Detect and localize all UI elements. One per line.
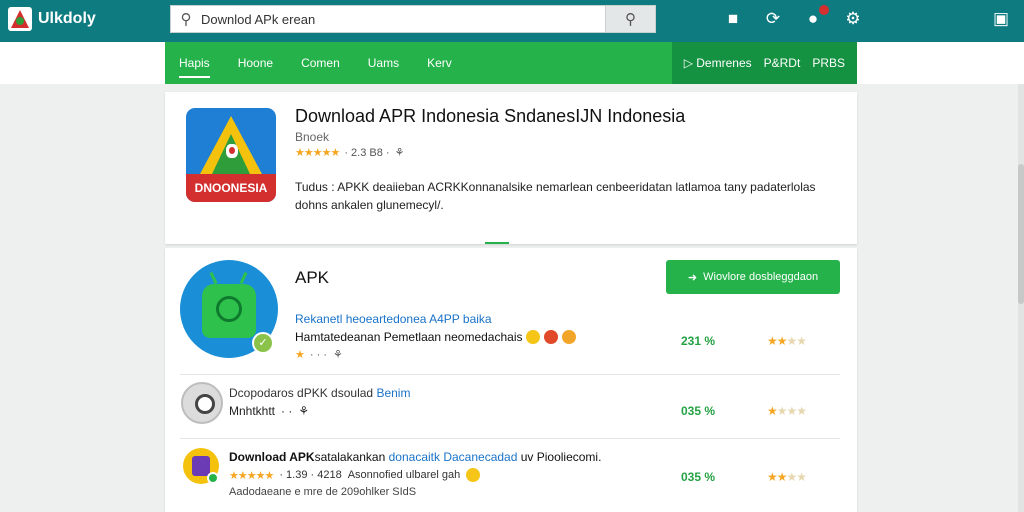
- row3-stars: ★★★★★: [229, 469, 274, 482]
- nav-right-prbs[interactable]: PRBS: [812, 56, 845, 70]
- row3-footer: Aadodaeane e mre de 209ohlker SIdS: [229, 486, 417, 498]
- search-bar: ⚲ ⚲: [170, 5, 656, 33]
- nav-right-prdt[interactable]: P&RDt: [764, 56, 801, 70]
- row2-percent: 035 %: [681, 404, 716, 418]
- row1-meta-dots: · · ·: [309, 348, 327, 361]
- row3-title-tail: uv Piooliecomi.: [517, 450, 602, 464]
- nav-item-comen[interactable]: Comen: [287, 42, 354, 84]
- row3-title-link[interactable]: donacaitk Dacanecadad: [389, 450, 518, 464]
- search-icon: ⚲: [180, 11, 192, 28]
- page-title: Download APR Indonesia SndanesIJN Indone…: [295, 106, 686, 126]
- app-logo[interactable]: Ulkdoly: [8, 7, 96, 31]
- refresh-icon[interactable]: ⟳: [762, 8, 784, 30]
- row1-star: ★: [295, 349, 305, 361]
- emoji-smile-icon: [466, 468, 481, 482]
- row1-meta: ★ · · · ⚘: [295, 348, 343, 362]
- notification-dot: [819, 5, 829, 15]
- row3-meta-tail: Asonnofied ulbarel gah: [347, 469, 461, 481]
- row3-meta: ★★★★★ · 1.39 · 4218 Asonnofied ulbarel g…: [229, 468, 481, 482]
- android-antenna-left: [209, 271, 218, 285]
- nav-item-hapis[interactable]: Hapis: [165, 42, 224, 84]
- emoji-smile-icon: [526, 330, 541, 344]
- download-button-label: Wiovlore dosbleggdaon: [703, 271, 819, 283]
- row2-title-text: Dcopodaros dPKK dsoulad: [229, 386, 377, 400]
- share-icon[interactable]: ⚘: [395, 146, 405, 159]
- indonesia-app-icon[interactable]: DNOONESIA: [186, 108, 276, 202]
- row3-meta-text: · 1.39 · 4218: [279, 469, 342, 481]
- row2-meta-dots: · ·: [281, 404, 293, 418]
- scroll-thumb[interactable]: [1018, 164, 1024, 304]
- search-input[interactable]: [201, 6, 605, 32]
- logo-text: Ulkdoly: [38, 10, 96, 27]
- row1-percent: 231 %: [681, 334, 716, 348]
- android-antenna-right: [239, 271, 248, 285]
- row1-text: Hamtatedeanan Pemetlaan neomedachais: [295, 330, 577, 344]
- top-bar: Ulkdoly ⚲ ⚲ ■ ⟳ ● ⚙ ▣: [0, 0, 1024, 42]
- row3-title-rest: satalakankan: [314, 450, 389, 464]
- nav-item-kerv[interactable]: Kerv: [413, 42, 466, 84]
- nav-item-uams[interactable]: Uams: [354, 42, 413, 84]
- puzzle-icon[interactable]: ■: [722, 8, 744, 30]
- row3-title[interactable]: Download APKsatalakankan donacaitk Dacan…: [229, 450, 601, 464]
- rating-stars: ★★★★★: [295, 147, 340, 159]
- settings-icon[interactable]: ⚙: [842, 8, 864, 30]
- nav-right-group: ▷ Demrenes P&RDt PRBS: [671, 42, 857, 84]
- row2-title-link[interactable]: Benim: [376, 386, 410, 400]
- developer-name[interactable]: Bnoek: [295, 130, 329, 144]
- bell-icon[interactable]: ●: [802, 5, 829, 30]
- download-arrow-icon: ➜: [687, 271, 698, 284]
- app-description: Tudus : APKK deaiieban ACRKKonnanalsike …: [295, 180, 816, 212]
- row2-title[interactable]: Dcopodaros dPKK dsoulad Benim: [229, 386, 410, 400]
- row1-link[interactable]: Rekanetl heoeartedonea A4PP baika: [295, 312, 492, 326]
- nav-right-label: Demrenes: [696, 56, 752, 70]
- android-face: [216, 296, 242, 322]
- emoji-laugh-icon: [562, 330, 577, 344]
- row1-text-label: Hamtatedeanan Pemetlaan neomedachais: [295, 330, 523, 344]
- row2-rating-stars: ★★★★: [767, 404, 807, 418]
- section-title: APK: [295, 268, 330, 287]
- row-divider: [180, 374, 840, 375]
- row3-status-badge: [207, 472, 219, 484]
- window-icon[interactable]: ▣: [990, 8, 1012, 30]
- row3-rating-stars: ★★★★: [767, 470, 807, 484]
- verified-check-icon: ✓: [252, 332, 274, 354]
- search-button[interactable]: ⚲: [605, 6, 655, 32]
- row2-avatar[interactable]: [181, 382, 223, 424]
- logo-icon: [8, 7, 32, 31]
- tab-indicator: [485, 242, 509, 244]
- row3-percent: 035 %: [681, 470, 716, 484]
- main-nav: Hapis Hoone Comen Uams Kerv ▷ Demrenes P…: [165, 42, 857, 84]
- row3-title-bold: Download APK: [229, 450, 315, 464]
- row2-meta-text: Mnhtkhtt: [229, 404, 276, 418]
- row2-meta: Mnhtkhtt · · ⚘: [229, 404, 309, 418]
- row1-rating-stars: ★★★★: [767, 334, 807, 348]
- android-app-icon[interactable]: ✓: [180, 260, 278, 358]
- download-button[interactable]: ➜ Wiovlore dosbleggdaon: [666, 260, 840, 294]
- share-icon[interactable]: ⚘: [298, 404, 309, 418]
- rating-text: · 2.3 B8 ·: [344, 146, 390, 159]
- hero-rating: ★★★★★ · 2.3 B8 · ⚘: [295, 146, 405, 160]
- nav-right-demrenes[interactable]: ▷ Demrenes: [684, 56, 752, 70]
- toolbar-icons: ■ ⟳ ● ⚙: [722, 5, 864, 30]
- app-hero-card: DNOONESIA Download APR Indonesia Sndanes…: [165, 92, 857, 244]
- apk-list-card: ✓ APK ➜ Wiovlore dosbleggdaon Rekanetl h…: [165, 248, 857, 512]
- row-divider: [180, 438, 840, 439]
- icon-shape-dot: [226, 144, 238, 158]
- share-icon[interactable]: ⚘: [333, 348, 343, 361]
- nav-item-hoone[interactable]: Hoone: [224, 42, 287, 84]
- icon-ribbon-label: DNOONESIA: [186, 174, 276, 202]
- scrollbar[interactable]: [1018, 84, 1024, 512]
- emoji-angry-icon: [544, 330, 559, 344]
